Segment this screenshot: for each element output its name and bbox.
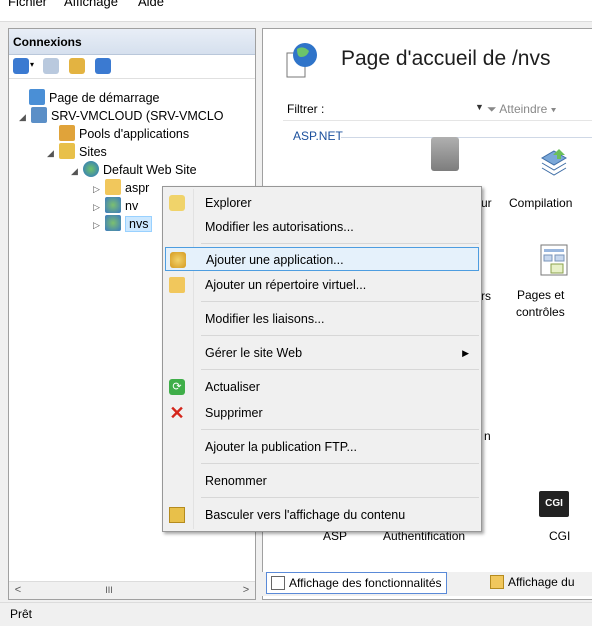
- save-icon[interactable]: [43, 58, 59, 74]
- tree-item-server[interactable]: ◢ SRV-VMCLOUD (SRV-VMCLO: [19, 107, 224, 125]
- app-pool-icon: [59, 125, 75, 141]
- expand-icon[interactable]: ▷: [93, 198, 103, 216]
- delete-icon: ✕: [169, 403, 185, 423]
- application-icon: [105, 215, 121, 231]
- disconnect-icon[interactable]: [95, 58, 111, 74]
- globe-icon: [83, 161, 99, 177]
- menu-item-edit-permissions[interactable]: Modifier les autorisations...: [165, 215, 479, 239]
- menu-item-remove[interactable]: ✕ Supprimer: [165, 401, 479, 425]
- server-icon: [31, 107, 47, 123]
- menu-help[interactable]: Aide: [138, 0, 164, 9]
- connect-icon[interactable]: [13, 58, 29, 74]
- menu-item-add-ftp[interactable]: Ajouter la publication FTP...: [165, 435, 479, 459]
- submenu-arrow-icon: ▶: [462, 348, 469, 358]
- menu-item-switch-content-view[interactable]: Basculer vers l'affichage du contenu: [165, 503, 479, 527]
- menu-item-explore[interactable]: Explorer: [165, 191, 479, 215]
- folder-icon: [105, 179, 121, 195]
- cgi-icon[interactable]: CGI: [539, 491, 569, 517]
- menu-view[interactable]: Affichage: [64, 0, 118, 9]
- content-view-icon: [169, 507, 185, 523]
- pages-controls-icon[interactable]: [539, 243, 569, 277]
- collapse-icon[interactable]: ◢: [19, 108, 29, 126]
- tree-item-app-pools[interactable]: Pools d'applications: [59, 125, 189, 143]
- tree-item-default-web-site[interactable]: ◢ Default Web Site: [71, 161, 197, 179]
- menu-separator: [201, 369, 479, 370]
- feature-label-compilation: Compilation: [509, 196, 573, 210]
- scroll-right-icon[interactable]: >: [237, 582, 255, 599]
- context-menu: Explorer Modifier les autorisations... A…: [162, 186, 482, 532]
- menu-item-add-virtual-directory[interactable]: Ajouter un répertoire virtuel...: [165, 273, 479, 297]
- virtual-directory-icon: [169, 277, 185, 293]
- connections-title: Connexions: [9, 29, 255, 55]
- expand-icon[interactable]: ▷: [93, 180, 103, 198]
- compilation-icon[interactable]: [539, 147, 569, 183]
- menu-separator: [201, 301, 479, 302]
- feature-label: ur: [481, 196, 492, 210]
- selected-node-label: nvs: [125, 216, 153, 232]
- menu-separator: [201, 463, 479, 464]
- group-divider: [341, 137, 592, 138]
- scroll-left-icon[interactable]: <: [9, 582, 27, 599]
- feature-icon[interactable]: [431, 137, 459, 171]
- sites-folder-icon: [59, 143, 75, 159]
- site-globe-icon: [286, 43, 317, 78]
- up-folder-icon[interactable]: [69, 58, 85, 74]
- tree-item-nv[interactable]: ▷ nv: [93, 197, 138, 215]
- feature-label-cgi: CGI: [549, 529, 571, 543]
- add-application-icon: [170, 252, 186, 268]
- funnel-icon: ⏷: [487, 102, 497, 116]
- tree-item-sites[interactable]: ◢ Sites: [47, 143, 107, 161]
- feature-label-pages-controls-2: contrôles: [516, 305, 565, 319]
- menu-item-add-application[interactable]: Ajouter une application...: [165, 247, 479, 271]
- tab-content-view[interactable]: Affichage du: [486, 572, 579, 594]
- content-view-icon: [490, 575, 504, 589]
- menu-file[interactable]: Fichier: [8, 0, 47, 9]
- tree-item-aspr[interactable]: ▷ aspr: [93, 179, 149, 197]
- feature-label: rs: [481, 289, 491, 303]
- menu-separator: [201, 497, 479, 498]
- scroll-thumb[interactable]: III: [79, 584, 139, 597]
- explore-icon: [169, 195, 185, 211]
- filter-bar: Filtrer : ▼ ⏷ Atteindre ▾: [283, 99, 592, 121]
- horizontal-scrollbar[interactable]: < III >: [9, 581, 255, 599]
- features-view-icon: [271, 576, 285, 590]
- filter-label: Filtrer :: [287, 102, 325, 116]
- feature-label-pages-controls-1: Pages et: [517, 288, 565, 302]
- menu-item-refresh[interactable]: ⟳ Actualiser: [165, 375, 479, 399]
- application-icon: [105, 197, 121, 213]
- feature-label: n: [484, 429, 491, 443]
- view-tabs: Affichage des fonctionnalités Affichage …: [262, 572, 592, 596]
- connections-toolbar: ▾: [9, 55, 255, 79]
- menu-item-rename[interactable]: Renommer: [165, 469, 479, 493]
- status-bar: Prêt: [0, 602, 592, 626]
- tree-item-nvs[interactable]: ▷ nvs: [93, 215, 153, 234]
- group-aspnet: ASP.NET: [293, 129, 343, 143]
- goto-button[interactable]: ⏷ Atteindre ▾: [487, 102, 557, 117]
- refresh-icon: ⟳: [169, 379, 185, 395]
- menu-item-manage-website[interactable]: Gérer le site Web ▶: [165, 341, 479, 365]
- menu-separator: [201, 429, 479, 430]
- page-title: Page d'accueil de /nvs: [341, 47, 551, 70]
- tab-features-view[interactable]: Affichage des fonctionnalités: [266, 572, 447, 594]
- tree-item-start-page[interactable]: Page de démarrage: [29, 89, 160, 107]
- start-page-icon: [29, 89, 45, 105]
- menu-separator: [201, 243, 479, 244]
- expand-icon[interactable]: ▷: [93, 216, 103, 234]
- collapse-icon[interactable]: ◢: [71, 162, 81, 180]
- menu-bar: Fichier Affichage Aide: [0, 0, 592, 22]
- menu-item-edit-bindings[interactable]: Modifier les liaisons...: [165, 307, 479, 331]
- collapse-icon[interactable]: ◢: [47, 144, 57, 162]
- menu-separator: [201, 335, 479, 336]
- filter-dropdown-icon[interactable]: ▼: [475, 102, 484, 112]
- status-text: Prêt: [10, 607, 33, 621]
- connect-dropdown-icon[interactable]: ▾: [30, 60, 34, 69]
